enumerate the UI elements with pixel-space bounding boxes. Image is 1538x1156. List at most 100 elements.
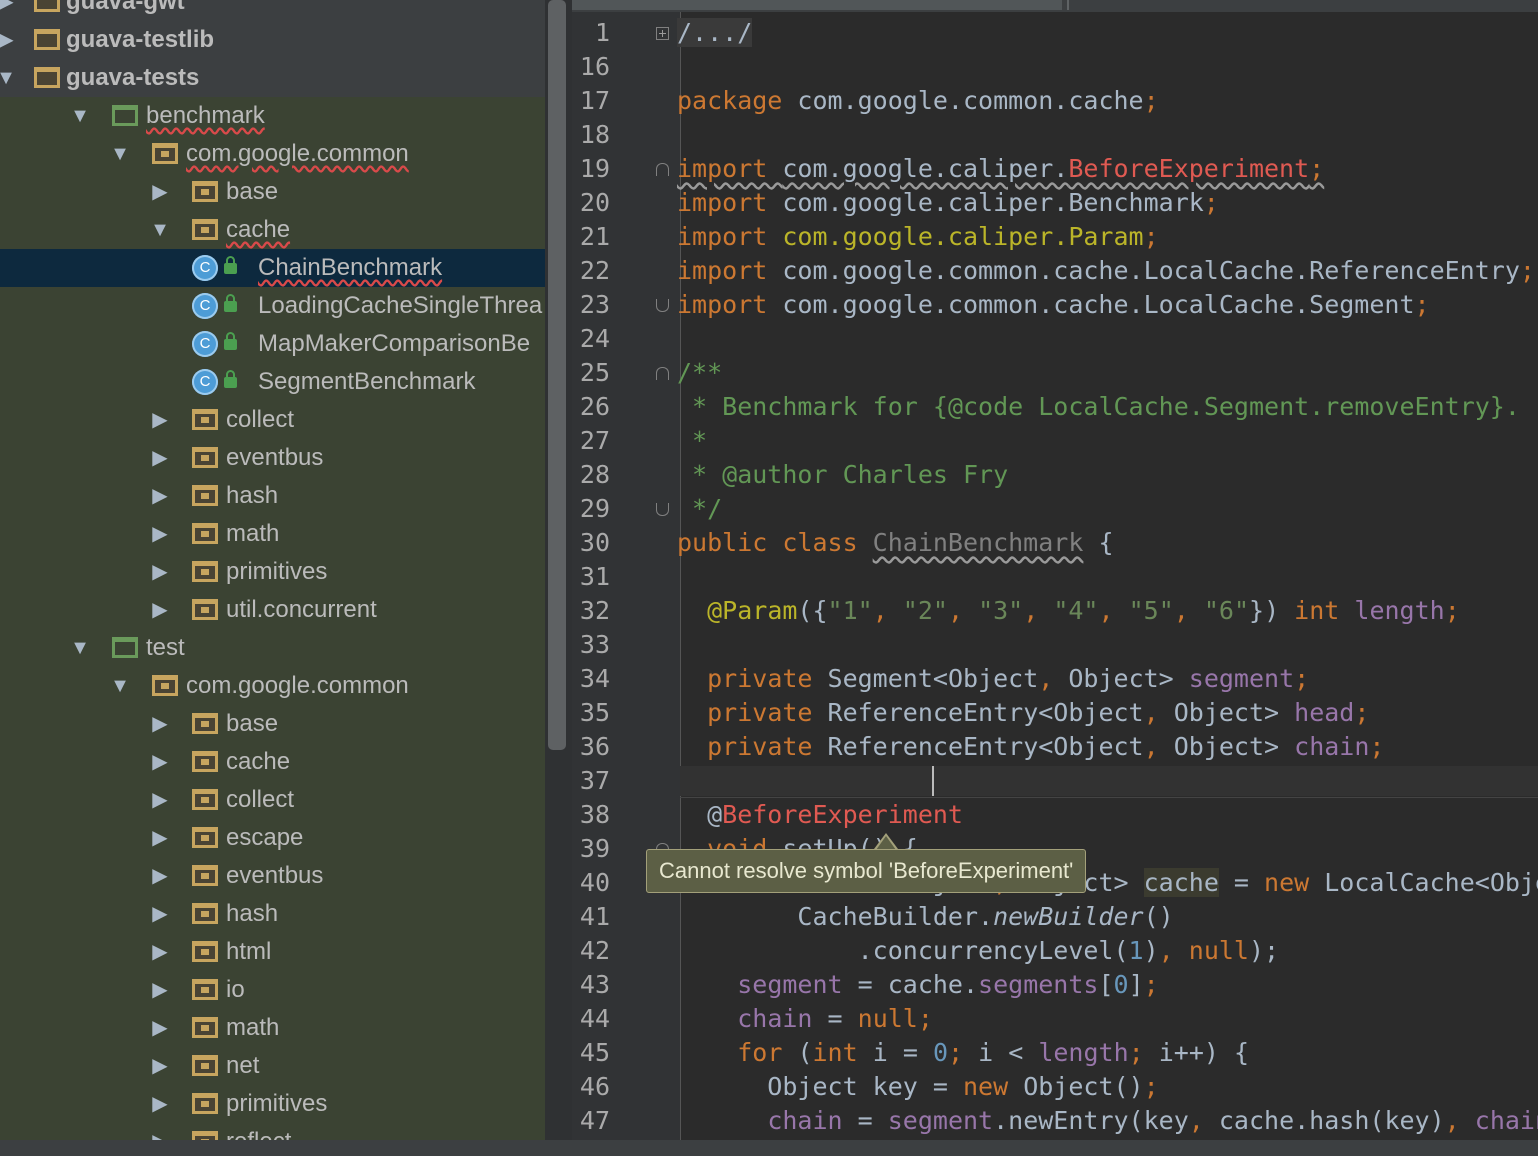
tree-row[interactable]: ▶ collect (0, 401, 545, 439)
tree-row[interactable]: ▼ com.google.common (0, 135, 545, 173)
tree-row[interactable]: ▶ util.concurrent (0, 591, 545, 629)
code-line: .concurrencyLevel(1), null); (677, 934, 1280, 968)
expand-arrow-icon[interactable]: ▶ (150, 553, 170, 591)
tree-row[interactable]: ▶ guava-gwt (0, 0, 545, 21)
expand-arrow-icon[interactable]: ▶ (150, 705, 170, 743)
expand-arrow-icon[interactable]: ▶ (150, 1009, 170, 1047)
expand-arrow-icon[interactable]: ▶ (150, 971, 170, 1009)
expand-arrow-icon[interactable]: ▶ (150, 439, 170, 477)
tree-row[interactable]: ▶ cache (0, 743, 545, 781)
expand-arrow-icon[interactable]: ▶ (150, 933, 170, 971)
collapse-arrow-icon[interactable]: ▼ (70, 97, 90, 135)
package-dot-icon (201, 569, 209, 575)
fold-marker-icon[interactable] (656, 367, 669, 380)
tree-row[interactable]: ▶ base (0, 173, 545, 211)
expand-arrow-icon[interactable]: ▶ (0, 21, 16, 59)
tree-row[interactable]: C MapMakerComparisonBe (0, 325, 545, 363)
java-class-icon: C (192, 293, 218, 319)
tree-row[interactable]: ▶ io (0, 971, 545, 1009)
tree-row[interactable]: ▶ html (0, 933, 545, 971)
line-number: 36 (579, 732, 610, 761)
expand-arrow-icon[interactable]: ▶ (150, 1085, 170, 1123)
code-token: , (1143, 698, 1174, 727)
tree-row[interactable]: ▶ collect (0, 781, 545, 819)
expand-arrow-icon[interactable]: ▶ (150, 819, 170, 857)
package-folder-icon (192, 181, 218, 202)
code-token: com.google.common.cache.LocalCache.Segme… (782, 290, 1415, 319)
tree-row[interactable]: ▶ reflect (0, 1123, 545, 1140)
package-dot-icon (201, 1101, 209, 1107)
package-dot-icon (161, 683, 169, 689)
code-token: Object> (1173, 732, 1295, 761)
package-dot-icon (201, 493, 209, 499)
project-tree-panel: ▶ guava-gwt ▶ guava-testlib ▼ guava-tests ▼ ben… (0, 0, 545, 1140)
expand-arrow-icon[interactable]: ▶ (150, 857, 170, 895)
code-line: * @author Charles Fry (677, 458, 1008, 492)
package-dot-icon (161, 151, 169, 157)
tree-row[interactable]: ▶ math (0, 1009, 545, 1047)
code-token: 1 (1128, 936, 1144, 965)
collapse-arrow-icon[interactable]: ▼ (0, 59, 16, 97)
tree-row[interactable]: ▼ benchmark (0, 97, 545, 135)
tree-row[interactable]: ▶ guava-testlib (0, 21, 545, 59)
expand-arrow-icon[interactable]: ▶ (150, 781, 170, 819)
expand-arrow-icon[interactable]: ▶ (150, 515, 170, 553)
tree-row[interactable]: ▶ eventbus (0, 439, 545, 477)
tree-row[interactable]: C SegmentBenchmark (0, 363, 545, 401)
expand-arrow-icon[interactable]: ▶ (150, 591, 170, 629)
line-number: 26 (579, 392, 610, 421)
expand-arrow-icon[interactable]: ▶ (150, 173, 170, 211)
code-line: */ (677, 492, 722, 526)
tree-row-label: SegmentBenchmark (258, 368, 476, 395)
tree-row[interactable]: C ChainBenchmark (0, 249, 545, 287)
fold-marker-icon[interactable] (656, 503, 669, 516)
expand-arrow-icon[interactable]: ▶ (150, 401, 170, 439)
code-token: = (842, 1106, 888, 1135)
tree-row[interactable]: ▶ hash (0, 477, 545, 515)
tree-row[interactable]: ▶ eventbus (0, 857, 545, 895)
expand-arrow-icon[interactable]: ▶ (150, 1123, 170, 1140)
expand-arrow-icon[interactable]: ▶ (0, 0, 16, 21)
code-token: "4" (1053, 596, 1099, 625)
tree-row[interactable]: ▶ primitives (0, 553, 545, 591)
expand-arrow-icon[interactable]: ▶ (150, 895, 170, 933)
code-line: @BeforeExperiment (677, 798, 963, 832)
fold-marker-icon[interactable] (656, 163, 669, 176)
collapse-arrow-icon[interactable]: ▼ (110, 135, 130, 173)
code-line: /** (677, 356, 722, 390)
project-tree-scrollbar[interactable] (548, 0, 566, 750)
editor-tab-active[interactable] (572, 0, 1062, 10)
code-token: i < (978, 1038, 1039, 1067)
tree-row[interactable]: ▼ cache (0, 211, 545, 249)
tree-row[interactable]: ▶ math (0, 515, 545, 553)
code-token: com.google.common.cache (797, 86, 1144, 115)
expand-arrow-icon[interactable]: ▶ (150, 743, 170, 781)
tree-row[interactable]: ▶ net (0, 1047, 545, 1085)
horizontal-scrollbar[interactable] (0, 1140, 1538, 1156)
tree-row-label: cache (226, 748, 291, 775)
code-token: int (1294, 596, 1355, 625)
text-caret (932, 766, 934, 796)
fold-marker-icon[interactable] (656, 299, 669, 312)
tree-row[interactable]: ▼ guava-tests (0, 59, 545, 97)
tree-row[interactable]: ▶ primitives (0, 1085, 545, 1123)
collapse-arrow-icon[interactable]: ▼ (70, 629, 90, 667)
expand-arrow-icon[interactable]: ▶ (150, 1047, 170, 1085)
collapse-arrow-icon[interactable]: ▼ (110, 667, 130, 705)
fold-expand-icon[interactable] (656, 27, 669, 40)
editor-tab-inactive[interactable] (1067, 0, 1538, 10)
error-tooltip: Cannot resolve symbol 'BeforeExperiment' (646, 849, 1087, 893)
package-dot-icon (201, 759, 209, 765)
tree-row[interactable]: ▶ escape (0, 819, 545, 857)
tree-row[interactable]: ▼ com.google.common (0, 667, 545, 705)
tree-row[interactable]: ▶ hash (0, 895, 545, 933)
code-token: Object() (1023, 1072, 1144, 1101)
code-editor[interactable]: 1 16 17 18 19 20 21 22 23 24 25 26 27 28 29 30 31 32 33 34 3… (572, 0, 1538, 1140)
tree-row[interactable]: C LoadingCacheSingleThrea (0, 287, 545, 325)
collapse-arrow-icon[interactable]: ▼ (150, 211, 170, 249)
expand-arrow-icon[interactable]: ▶ (150, 477, 170, 515)
tree-row[interactable]: ▼ test (0, 629, 545, 667)
tree-row[interactable]: ▶ base (0, 705, 545, 743)
